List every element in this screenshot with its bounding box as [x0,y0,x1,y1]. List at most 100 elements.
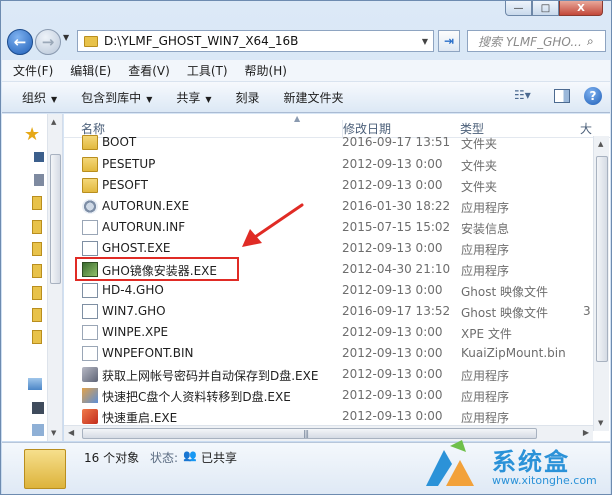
ghost-icon [82,241,98,256]
burn-label: 刻录 [235,90,260,105]
file-name: BOOT [102,135,137,149]
address-path[interactable]: D:\YLMF_GHOST_WIN7_X64_16B [104,34,417,48]
object-count: 16 个对象 [84,451,140,465]
nav-scroll-thumb[interactable] [50,154,61,284]
file-row-autorun-inf[interactable]: AUTORUN.INF 2015-07-15 15:02 安装信息 [64,217,594,238]
column-size[interactable]: 大 [580,120,592,137]
view-controls: ☷▾ ? [514,87,602,105]
file-row-win7-gho[interactable]: WIN7.GHO 2016-09-17 13:52 Ghost 映像文件 3 [64,301,594,322]
chevron-down-icon: ▼ [146,94,153,104]
search-icon[interactable]: ⌕ [587,34,605,49]
maximize-button[interactable]: □ [532,1,559,16]
scroll-down-icon[interactable]: ▼ [598,419,603,427]
red-arrow-icon [242,203,304,247]
desktop-icon[interactable] [34,152,44,162]
help-icon[interactable]: ? [584,87,602,105]
folder-icon[interactable] [32,196,42,210]
gho-file-icon [82,304,98,319]
scroll-thumb[interactable] [596,156,608,362]
organize-button[interactable]: 组织 ▼ [22,89,57,106]
restart-icon [82,409,98,424]
menu-view[interactable]: 查看(V) [128,62,170,79]
file-date: 2016-09-17 13:52 [342,304,451,318]
new-folder-button[interactable]: 新建文件夹 [284,89,344,106]
scroll-left-icon[interactable]: ◀ [68,428,74,437]
file-row-pesetup[interactable]: PESETUP 2012-09-13 0:00 文件夹 [64,154,594,175]
file-row-pesoft[interactable]: PESOFT 2012-09-13 0:00 文件夹 [64,175,594,196]
command-bar: 组织 ▼ 包含到库中 ▼ 共享 ▼ 刻录 新建文件夹 ☷▾ ? [2,82,610,113]
menu-file[interactable]: 文件(F) [13,62,53,79]
favorites-star-icon[interactable]: ★ [24,124,40,145]
search-box[interactable]: 搜索 YLMF_GHO... ⌕ [467,30,606,52]
file-name: WNPEFONT.BIN [102,346,194,360]
file-type: 文件夹 [461,137,498,151]
watermark-logo-icon [426,440,474,486]
videos-icon[interactable] [32,402,44,414]
new-folder-label: 新建文件夹 [283,90,344,105]
file-date: 2016-01-30 18:22 [342,199,451,213]
file-type: Ghost 映像文件 [461,285,549,299]
file-type: 文件夹 [461,159,498,173]
address-bar[interactable]: D:\YLMF_GHOST_WIN7_X64_16B ▼ [77,30,434,52]
inf-icon [82,220,98,235]
chevron-down-icon: ▼ [51,94,58,104]
scroll-up-icon[interactable]: ▲ [598,140,603,148]
column-header: ▲ 名称 修改日期 类型 大 [64,114,610,138]
menu-help[interactable]: 帮助(H) [245,62,287,79]
folder-icon[interactable] [32,220,42,234]
file-date: 2012-09-13 0:00 [342,346,443,360]
file-row-move-profile[interactable]: 快速把C盘个人资料转移到D盘.EXE 2012-09-13 0:00 应用程序 [64,385,594,406]
include-library-button[interactable]: 包含到库中 ▼ [81,89,152,106]
folder-icon[interactable] [32,330,42,344]
file-date: 2015-07-15 15:02 [342,220,451,234]
file-row-winpe-xpe[interactable]: WINPE.XPE 2012-09-13 0:00 XPE 文件 [64,322,594,343]
arrow-left-icon: ← [13,33,27,51]
chevron-down-icon[interactable]: ▼ [417,37,433,46]
nav-scrollbar[interactable]: ▲ ▼ [47,114,62,441]
file-size: 3 [583,304,591,318]
file-type: 应用程序 [461,243,510,257]
scroll-down-icon[interactable]: ▼ [51,429,56,437]
file-type: 应用程序 [461,411,510,425]
menu-tools[interactable]: 工具(T) [187,62,228,79]
file-date: 2012-09-13 0:00 [342,241,443,255]
close-button[interactable]: X [559,1,603,16]
file-row-ghost-exe[interactable]: GHOST.EXE 2012-09-13 0:00 应用程序 [64,238,594,259]
minimize-button[interactable]: — [505,1,532,16]
preview-pane-icon[interactable] [554,89,570,103]
document-icon [82,346,98,361]
file-date: 2016-09-17 13:51 [342,135,451,149]
file-list-scrollbar[interactable]: ▲ ▼ [593,136,609,431]
pictures-icon[interactable] [32,424,44,436]
history-dropdown[interactable]: ▼ [63,33,69,42]
file-row-hd4-gho[interactable]: HD-4.GHO 2012-09-13 0:00 Ghost 映像文件 [64,280,594,301]
forward-button[interactable]: → [35,29,61,55]
grip-icon: ||| [303,429,309,438]
folder-icon[interactable] [32,308,42,322]
menu-edit[interactable]: 编辑(E) [70,62,111,79]
state-label: 状态: [150,451,179,465]
folder-icon[interactable] [32,286,42,300]
back-button[interactable]: ← [7,29,33,55]
view-options-icon[interactable]: ☷▾ [514,88,532,104]
file-row-autorun-exe[interactable]: AUTORUN.EXE 2016-01-30 18:22 应用程序 [64,196,594,217]
nav-buttons: ← → [7,28,67,56]
file-row-get-account[interactable]: 获取上网帐号密码并自动保存到D盘.EXE 2012-09-13 0:00 应用程… [64,364,594,385]
scroll-up-icon[interactable]: ▲ [51,118,56,126]
share-button[interactable]: 共享 ▼ [176,89,211,106]
file-type: 应用程序 [461,201,510,215]
file-row-boot[interactable]: BOOT 2016-09-17 13:51 文件夹 [64,135,594,154]
file-row-quick-restart[interactable]: 快速重启.EXE 2012-09-13 0:00 应用程序 [64,406,594,427]
downloads-icon[interactable] [34,174,44,186]
folder-icon[interactable] [32,242,42,256]
folder-icon [82,178,98,193]
folder-icon[interactable] [32,264,42,278]
watermark-url: www.xitonghe.com [492,474,597,487]
burn-button[interactable]: 刻录 [236,89,260,106]
file-date: 2012-09-13 0:00 [342,178,443,192]
file-type: KuaiZipMount.bin [461,346,566,360]
library-icon[interactable] [28,378,42,390]
file-row-wnpefont-bin[interactable]: WNPEFONT.BIN 2012-09-13 0:00 KuaiZipMoun… [64,343,594,364]
search-input[interactable]: 搜索 YLMF_GHO... [468,33,587,50]
refresh-button[interactable]: ⇥ [438,30,460,52]
